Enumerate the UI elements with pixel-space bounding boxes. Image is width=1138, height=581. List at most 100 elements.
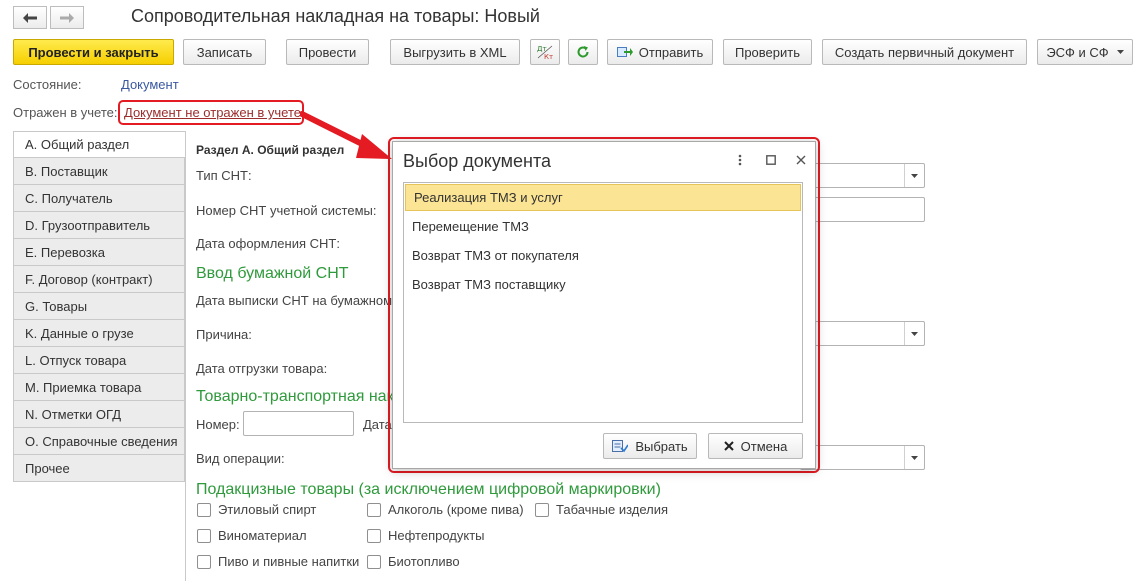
reflected-label: Отражен в учете: bbox=[13, 105, 118, 120]
operation-dropdown[interactable] bbox=[904, 446, 924, 469]
checkbox-label: Биотопливо bbox=[388, 554, 460, 569]
send-label: Отправить bbox=[638, 44, 704, 60]
dialog-close-button[interactable] bbox=[793, 152, 809, 168]
cancel-button[interactable]: Отмена bbox=[708, 433, 803, 459]
paper-date-label: Дата выписки СНТ на бумажном bbox=[196, 293, 393, 308]
tab-ogd-marks[interactable]: N. Отметки ОГД bbox=[13, 401, 185, 428]
chevron-down-icon bbox=[911, 455, 918, 460]
select-button[interactable]: Выбрать bbox=[603, 433, 697, 459]
checkbox-label: Алкоголь (кроме пива) bbox=[388, 502, 524, 517]
list-item[interactable]: Перемещение ТМЗ bbox=[404, 212, 802, 241]
chevron-down-icon bbox=[911, 173, 918, 178]
checkbox-label: Пиво и пивные напитки bbox=[218, 554, 360, 569]
dt-kt-icon: Дт Кт bbox=[537, 45, 553, 61]
esf-sf-label: ЭСФ и СФ bbox=[1046, 44, 1109, 60]
create-primary-document-button[interactable]: Создать первичный документ bbox=[822, 39, 1027, 65]
post-and-close-button[interactable]: Провести и закрыть bbox=[13, 39, 174, 65]
tab-acceptance[interactable]: M. Приемка товара bbox=[13, 374, 185, 401]
annotation-arrow bbox=[300, 111, 392, 159]
checkbox-box[interactable] bbox=[535, 502, 549, 517]
tab-receiver[interactable]: С. Получатель bbox=[13, 185, 185, 212]
state-label: Состояние: bbox=[13, 77, 82, 92]
more-vertical-icon bbox=[738, 154, 742, 166]
tab-other[interactable]: Прочее bbox=[13, 455, 185, 482]
select-document-dialog: Выбор документа Реализация ТМЗ и услуг П… bbox=[392, 141, 816, 469]
checkbox-alcohol[interactable]: Алкоголь (кроме пива) bbox=[367, 502, 524, 517]
dialog-title: Выбор документа bbox=[403, 151, 552, 171]
tab-panel-border bbox=[185, 131, 186, 581]
highlight-frame bbox=[118, 100, 304, 125]
checkbox-box[interactable] bbox=[197, 502, 211, 517]
list-item[interactable]: Возврат ТМЗ от покупателя bbox=[404, 241, 802, 270]
cancel-label: Отмена bbox=[740, 438, 788, 454]
number-input[interactable] bbox=[243, 411, 354, 436]
checkbox-label: Виноматериал bbox=[218, 528, 307, 543]
save-button[interactable]: Записать bbox=[183, 39, 266, 65]
send-button[interactable]: Отправить bbox=[607, 39, 713, 65]
check-button[interactable]: Проверить bbox=[723, 39, 812, 65]
list-item[interactable]: Реализация ТМЗ и услуг bbox=[405, 184, 801, 211]
dtkt-button[interactable]: Дт Кт bbox=[530, 39, 560, 65]
dialog-maximize-button[interactable] bbox=[763, 152, 779, 168]
back-button[interactable] bbox=[13, 6, 47, 29]
post-button[interactable]: Провести bbox=[286, 39, 369, 65]
tab-shipper[interactable]: D. Грузоотправитель bbox=[13, 212, 185, 239]
maximize-icon bbox=[766, 155, 776, 165]
section-tabs: А. Общий раздел В. Поставщик С. Получате… bbox=[13, 131, 185, 482]
checkbox-label: Табачные изделия bbox=[556, 502, 669, 517]
checkbox-oil-products[interactable]: Нефтепродукты bbox=[367, 528, 485, 543]
tab-supplier[interactable]: В. Поставщик bbox=[13, 158, 185, 185]
checkbox-box[interactable] bbox=[367, 554, 381, 569]
ship-date-label: Дата отгрузки товара: bbox=[196, 361, 328, 376]
snt-date-label: Дата оформления СНТ: bbox=[196, 236, 340, 251]
checkbox-box[interactable] bbox=[197, 554, 211, 569]
kt-text: Кт bbox=[544, 53, 553, 61]
state-value: Документ bbox=[121, 77, 179, 92]
select-label: Выбрать bbox=[635, 438, 688, 454]
arrow-right-icon bbox=[60, 12, 74, 23]
ttn-heading: Товарно-транспортная нак bbox=[196, 388, 394, 405]
operation-label: Вид операции: bbox=[196, 451, 285, 466]
checkbox-label: Этиловый спирт bbox=[218, 502, 317, 517]
tab-release[interactable]: L. Отпуск товара bbox=[13, 347, 185, 374]
select-icon bbox=[612, 440, 629, 453]
refresh-icon bbox=[577, 46, 589, 58]
list-item[interactable]: Возврат ТМЗ поставщику bbox=[404, 270, 802, 299]
checkbox-ethyl-alcohol[interactable]: Этиловый спирт bbox=[197, 502, 316, 517]
tab-contract[interactable]: F. Договор (контракт) bbox=[13, 266, 185, 293]
checkbox-wine-material[interactable]: Виноматериал bbox=[197, 528, 307, 543]
checkbox-label: Нефтепродукты bbox=[388, 528, 485, 543]
tab-reference[interactable]: O. Справочные сведения bbox=[13, 428, 185, 455]
tab-general[interactable]: А. Общий раздел bbox=[13, 131, 185, 158]
checkbox-tobacco[interactable]: Табачные изделия bbox=[535, 502, 668, 517]
snt-number-label: Номер СНТ учетной системы: bbox=[196, 203, 377, 218]
checkbox-box[interactable] bbox=[197, 528, 211, 543]
reason-label: Причина: bbox=[196, 327, 252, 342]
forward-button[interactable] bbox=[50, 6, 84, 29]
page-title: Сопроводительная накладная на товары: Но… bbox=[131, 6, 540, 26]
dialog-more-button[interactable] bbox=[732, 152, 748, 168]
chevron-down-icon bbox=[911, 331, 918, 336]
send-icon bbox=[616, 47, 633, 57]
close-icon bbox=[796, 155, 806, 165]
tab-transport[interactable]: E. Перевозка bbox=[13, 239, 185, 266]
reason-dropdown[interactable] bbox=[904, 322, 924, 345]
dropdown-arrow-icon bbox=[1116, 50, 1124, 54]
arrow-left-icon bbox=[23, 12, 37, 23]
paper-snt-heading: Ввод бумажной СНТ bbox=[196, 265, 349, 282]
refresh-button[interactable] bbox=[568, 39, 598, 65]
export-xml-button[interactable]: Выгрузить в XML bbox=[390, 39, 520, 65]
document-type-list: Реализация ТМЗ и услуг Перемещение ТМЗ В… bbox=[403, 182, 803, 423]
tab-goods[interactable]: G. Товары bbox=[13, 293, 185, 320]
number-label: Номер: bbox=[196, 417, 240, 432]
checkbox-box[interactable] bbox=[367, 502, 381, 517]
checkbox-biofuel[interactable]: Биотопливо bbox=[367, 554, 460, 569]
tab-cargo[interactable]: K. Данные о грузе bbox=[13, 320, 185, 347]
snt-type-dropdown[interactable] bbox=[904, 164, 924, 187]
checkbox-beer[interactable]: Пиво и пивные напитки bbox=[197, 554, 359, 569]
close-icon bbox=[723, 441, 734, 451]
excise-heading: Подакцизные товары (за исключением цифро… bbox=[196, 481, 661, 498]
esf-sf-menu-button[interactable]: ЭСФ и СФ bbox=[1037, 39, 1133, 65]
checkbox-box[interactable] bbox=[367, 528, 381, 543]
section-title: Раздел А. Общий раздел bbox=[196, 143, 345, 157]
